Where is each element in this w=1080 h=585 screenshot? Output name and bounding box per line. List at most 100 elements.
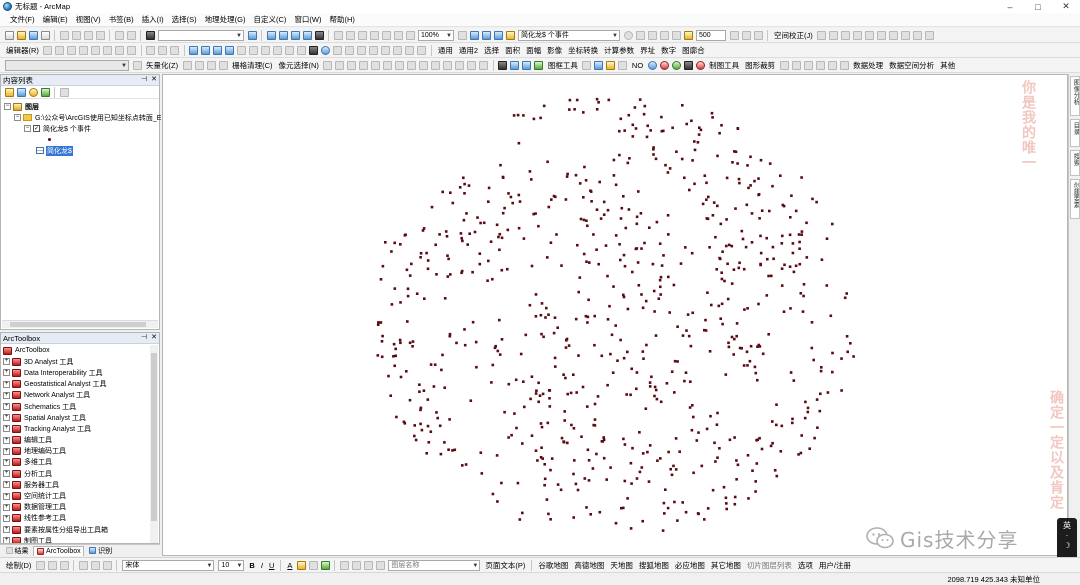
event-point[interactable] (846, 350, 849, 354)
dock-tab-create-features[interactable]: 创建要素 (1070, 179, 1080, 219)
event-point[interactable] (806, 410, 810, 414)
event-point[interactable] (685, 329, 688, 332)
event-point[interactable] (534, 315, 538, 318)
event-point[interactable] (595, 248, 598, 251)
event-point[interactable] (840, 389, 843, 392)
event-point[interactable] (720, 124, 723, 127)
event-point[interactable] (528, 170, 532, 173)
event-point[interactable] (463, 343, 467, 347)
event-point[interactable] (478, 252, 482, 255)
event-point[interactable] (653, 394, 656, 398)
raster-cleanup-menu[interactable]: 栅格清理(C) (229, 60, 275, 71)
event-point[interactable] (767, 274, 770, 278)
event-point[interactable] (547, 313, 550, 316)
layout-pan-icon[interactable] (357, 30, 367, 40)
event-point[interactable] (509, 195, 513, 199)
map-source-sogou[interactable]: 搜狐地图 (636, 560, 672, 571)
bold-button[interactable]: B (246, 561, 257, 570)
event-point[interactable] (692, 415, 695, 419)
event-point[interactable] (650, 375, 653, 379)
event-point[interactable] (507, 192, 510, 195)
raster-painting-icon[interactable] (206, 60, 216, 70)
event-point[interactable] (447, 448, 450, 451)
event-point[interactable] (489, 240, 493, 243)
event-point[interactable] (618, 153, 621, 157)
event-point[interactable] (598, 510, 602, 514)
event-point[interactable] (591, 467, 595, 470)
flicker-icon[interactable] (671, 30, 681, 40)
event-point[interactable] (756, 378, 759, 382)
event-point[interactable] (768, 209, 771, 213)
event-point[interactable] (623, 443, 627, 446)
event-point[interactable] (815, 398, 819, 401)
cut-icon[interactable] (59, 30, 69, 40)
event-point[interactable] (605, 478, 608, 481)
event-point[interactable] (548, 397, 551, 400)
stop-icon[interactable] (695, 60, 705, 70)
event-point[interactable] (800, 434, 803, 437)
event-point[interactable] (523, 405, 526, 409)
full-extent-icon[interactable] (225, 45, 235, 55)
event-point[interactable] (626, 307, 630, 311)
event-point[interactable] (759, 263, 762, 267)
event-point[interactable] (845, 335, 849, 338)
event-point[interactable] (432, 385, 436, 388)
event-point[interactable] (683, 176, 686, 180)
event-point[interactable] (612, 158, 616, 162)
event-point[interactable] (726, 297, 730, 301)
event-point[interactable] (769, 444, 773, 448)
event-point[interactable] (539, 313, 543, 317)
event-point[interactable] (792, 379, 796, 382)
event-point[interactable] (730, 282, 734, 285)
event-point[interactable] (715, 423, 719, 426)
event-point[interactable] (572, 373, 575, 376)
event-point[interactable] (510, 433, 513, 437)
event-point[interactable] (667, 450, 670, 454)
event-point[interactable] (448, 332, 452, 336)
event-point[interactable] (602, 436, 605, 439)
raster-erase-icon[interactable] (218, 60, 228, 70)
event-point[interactable] (668, 311, 671, 314)
event-point[interactable] (755, 439, 758, 442)
zoom-in-icon[interactable] (189, 45, 199, 55)
event-point[interactable] (713, 441, 716, 445)
event-point[interactable] (663, 512, 666, 515)
event-point[interactable] (659, 400, 663, 404)
distance-input[interactable]: 500 (696, 29, 726, 41)
event-point[interactable] (716, 204, 719, 208)
fixed-zoom-in-icon[interactable] (393, 30, 403, 40)
event-point[interactable] (619, 258, 622, 262)
event-point[interactable] (673, 359, 677, 363)
event-point[interactable] (654, 334, 658, 337)
event-point[interactable] (718, 131, 721, 135)
event-point[interactable] (718, 447, 721, 450)
event-point[interactable] (631, 446, 634, 450)
event-point[interactable] (775, 403, 778, 406)
event-point[interactable] (467, 184, 471, 187)
event-point[interactable] (614, 183, 618, 187)
event-point[interactable] (736, 127, 740, 130)
event-point[interactable] (516, 113, 520, 117)
event-point[interactable] (408, 274, 412, 277)
event-point[interactable] (700, 464, 704, 468)
event-point[interactable] (635, 215, 639, 219)
event-point[interactable] (831, 222, 834, 226)
event-point[interactable] (609, 352, 612, 356)
event-point[interactable] (772, 257, 775, 261)
draw-extra-2-icon[interactable] (351, 560, 361, 570)
event-point[interactable] (629, 461, 633, 465)
toolbox-item[interactable]: + 数据管理工具 (3, 502, 159, 513)
event-point[interactable] (564, 376, 567, 380)
event-point[interactable] (679, 262, 683, 265)
event-point[interactable] (381, 334, 384, 338)
event-point[interactable] (602, 200, 606, 204)
event-point[interactable] (503, 206, 506, 210)
event-point[interactable] (426, 424, 430, 428)
zoom-percent-combo[interactable]: 100% ▼ (418, 29, 454, 41)
rubbersheet-icon[interactable] (889, 30, 899, 40)
event-point[interactable] (602, 213, 606, 216)
event-point[interactable] (610, 333, 614, 337)
event-point[interactable] (710, 111, 714, 115)
event-point[interactable] (810, 321, 814, 324)
event-point[interactable] (666, 171, 670, 174)
